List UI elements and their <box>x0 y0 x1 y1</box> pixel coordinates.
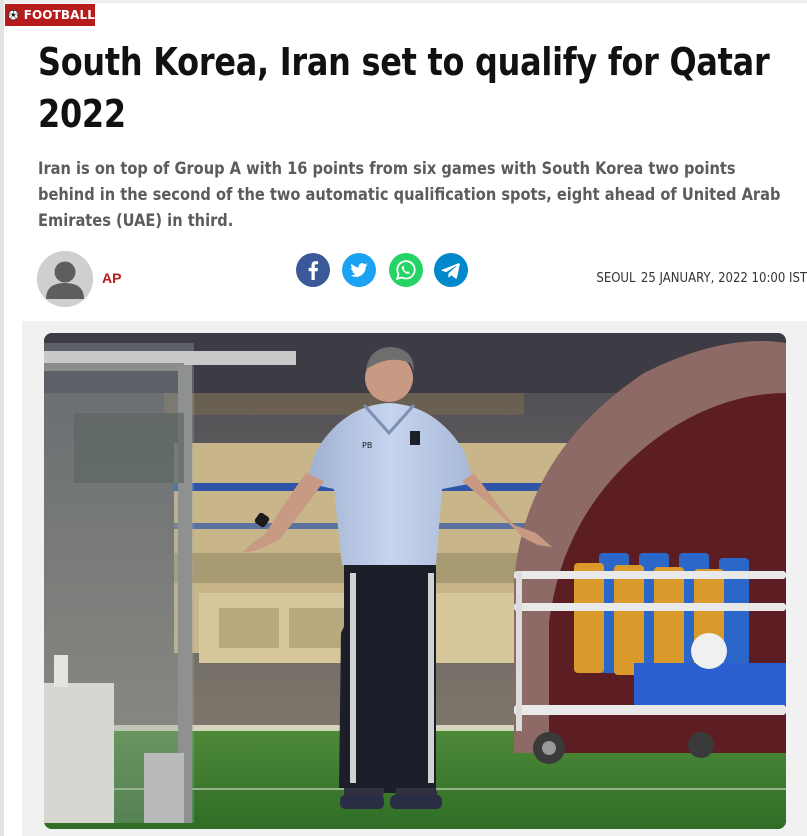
dateline-location: SEOUL <box>596 271 636 286</box>
user-icon <box>37 251 93 307</box>
headline: South Korea, Iran set to qualify for Qat… <box>38 40 770 136</box>
top-border <box>0 0 807 3</box>
whatsapp-share-button[interactable] <box>389 253 423 287</box>
whatsapp-icon <box>389 253 423 287</box>
category-tag[interactable]: FOOTBALL <box>5 4 95 26</box>
article-dateline: SEOUL 25 JANUARY, 2022 10:00 IST <box>596 271 807 286</box>
author-name[interactable]: AP <box>102 270 121 286</box>
author-avatar <box>37 251 93 307</box>
publish-datetime: 25 JANUARY, 2022 10:00 IST <box>640 271 807 286</box>
soccer-ball-icon <box>8 9 19 21</box>
facebook-share-button[interactable] <box>296 253 330 287</box>
facebook-icon <box>296 253 330 287</box>
twitter-share-button[interactable] <box>342 253 376 287</box>
twitter-icon <box>342 253 376 287</box>
article-photo[interactable]: PB <box>44 333 786 829</box>
shirt-initials: PB <box>362 441 372 450</box>
category-label: FOOTBALL <box>23 8 95 22</box>
coach-photo-illustration: PB <box>44 333 786 829</box>
telegram-share-button[interactable] <box>434 253 468 287</box>
article-summary: Iran is on top of Group A with 16 points… <box>38 159 781 231</box>
telegram-icon <box>434 253 468 287</box>
left-border <box>0 0 4 836</box>
